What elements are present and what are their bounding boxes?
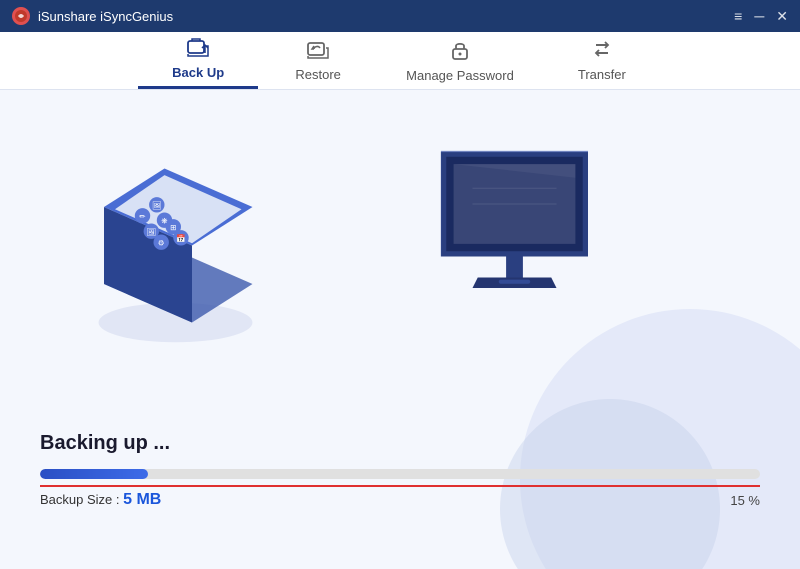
svg-text:⊞: ⊞ xyxy=(170,223,176,232)
close-button[interactable]: ✕ xyxy=(776,8,788,25)
status-section: Backing up ... Backup Size : 5 MB 15 % xyxy=(40,432,760,509)
tab-restore[interactable]: Restore xyxy=(258,32,378,89)
menu-button[interactable]: ≡ xyxy=(734,8,742,25)
svg-text:✏: ✏ xyxy=(139,212,146,221)
app-logo xyxy=(12,7,30,25)
title-bar: iSunshare iSyncGenius ≡ ─ ✕ xyxy=(0,0,800,32)
svg-text:🖼: 🖼 xyxy=(146,228,156,237)
progress-bar-container xyxy=(40,469,760,479)
status-text: Backing up ... xyxy=(40,432,760,455)
transfer-icon xyxy=(590,40,614,64)
app-title: iSunshare iSyncGenius xyxy=(38,9,173,24)
tab-transfer[interactable]: Transfer xyxy=(542,32,662,89)
svg-text:⚙: ⚙ xyxy=(158,239,165,248)
phone-illustration: 🖼 ✏ ❋ 🖼 ⊞ ⚙ 📅 xyxy=(60,130,280,350)
monitor-illustration xyxy=(420,120,630,330)
backup-size-value: 5 MB xyxy=(123,491,161,508)
backup-icon xyxy=(186,38,210,62)
window-controls[interactable]: ≡ ─ ✕ xyxy=(734,8,788,25)
svg-text:🖼: 🖼 xyxy=(152,201,162,210)
backup-size-label: Backup Size : xyxy=(40,492,123,507)
restore-icon xyxy=(306,40,330,64)
title-bar-left: iSunshare iSyncGenius xyxy=(12,7,173,25)
minimize-button[interactable]: ─ xyxy=(754,8,764,25)
tab-backup[interactable]: Back Up xyxy=(138,32,258,89)
tab-restore-label: Restore xyxy=(295,67,341,82)
password-icon xyxy=(449,39,471,65)
nav-bar: Back Up Restore Manage Password xyxy=(0,32,800,90)
main-content: 🖼 ✏ ❋ 🖼 ⊞ ⚙ 📅 xyxy=(0,90,800,569)
svg-text:📅: 📅 xyxy=(176,234,186,243)
tab-manage-password-label: Manage Password xyxy=(406,68,514,83)
tab-manage-password[interactable]: Manage Password xyxy=(378,32,542,89)
tab-transfer-label: Transfer xyxy=(578,67,626,82)
progress-percent: 15 % xyxy=(730,493,760,508)
progress-bar-fill xyxy=(40,469,148,479)
progress-info-row: Backup Size : 5 MB 15 % xyxy=(40,485,760,509)
tab-backup-label: Back Up xyxy=(172,65,224,80)
backup-size-info: Backup Size : 5 MB xyxy=(40,491,161,509)
